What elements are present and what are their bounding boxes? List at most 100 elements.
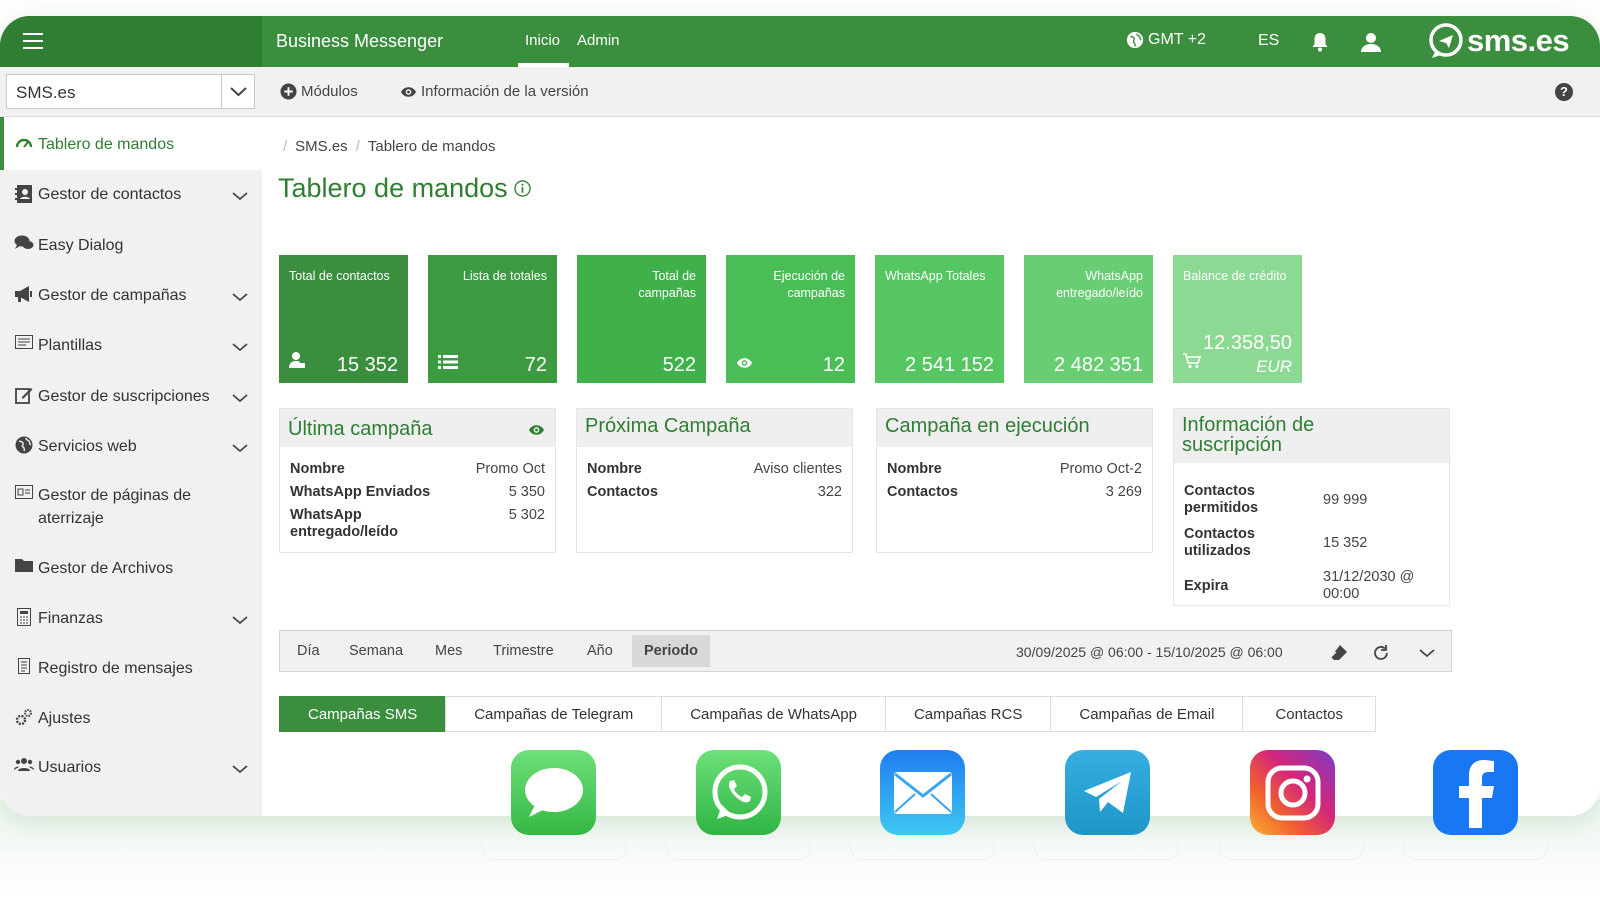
cart-icon — [1183, 353, 1202, 374]
sms-icon[interactable] — [511, 750, 596, 835]
sidebar-item-users[interactable]: Usuarios — [0, 756, 262, 779]
row-value: 322 — [817, 484, 842, 500]
period-button-year[interactable]: Año — [587, 643, 613, 659]
tab-contacts[interactable]: Contactos — [1242, 696, 1376, 732]
chevron-down-icon — [232, 339, 248, 357]
sidebar-item-label: Ajustes — [38, 710, 91, 727]
card-last-campaign: Última campaña Nombre Promo Oct WhatsApp … — [279, 408, 556, 553]
row-key: WhatsApp Enviados — [290, 484, 431, 500]
help-icon[interactable]: ? — [1555, 83, 1573, 101]
period-button-month[interactable]: Mes — [435, 643, 462, 659]
facebook-icon[interactable] — [1433, 750, 1518, 835]
sidebar-item-label: Gestor de campañas — [38, 287, 187, 304]
tab-sms-campaigns[interactable]: Campañas SMS — [279, 696, 447, 732]
globe-icon — [14, 436, 34, 454]
sidebar-item-contacts[interactable]: Gestor de contactos — [0, 183, 262, 206]
plus-circle-icon — [280, 83, 297, 100]
tile-credit-balance[interactable]: Balance de crédito 12.358,50 EUR — [1173, 255, 1302, 383]
sidebar-item-settings[interactable]: Ajustes — [0, 707, 262, 730]
hamburger-menu-icon[interactable] — [23, 33, 43, 49]
chevron-down-icon — [232, 761, 248, 779]
instagram-icon[interactable] — [1250, 750, 1335, 835]
timezone-selector[interactable]: GMT +2 — [1126, 31, 1206, 49]
email-icon[interactable] — [880, 750, 965, 835]
sidebar-item-label: Finanzas — [38, 610, 103, 627]
eye-icon — [400, 86, 417, 97]
logo-bubble-icon — [1429, 23, 1463, 58]
period-button-day[interactable]: Día — [297, 643, 320, 659]
sidebar-item-landing-pages[interactable]: Gestor de páginas de aterrizaje — [0, 484, 262, 530]
app-window: Business Messenger Inicio Admin GMT +2 E… — [0, 16, 1600, 816]
language-selector[interactable]: ES — [1258, 32, 1279, 50]
app-title: Business Messenger — [276, 31, 444, 51]
tab-rcs-campaigns[interactable]: Campañas RCS — [884, 696, 1052, 732]
tab-email-campaigns[interactable]: Campañas de Email — [1050, 696, 1244, 732]
chevron-down-icon — [232, 612, 248, 630]
chevron-down-icon — [232, 289, 248, 307]
company-select-value: SMS.es — [16, 83, 76, 102]
sidebar-item-finance[interactable]: Finanzas — [0, 607, 262, 630]
sidebar-item-dashboard[interactable]: Tablero de mandos — [0, 117, 262, 170]
row-key: Contactos utilizados — [1184, 526, 1255, 559]
chat-icon — [14, 235, 34, 251]
period-button-week[interactable]: Semana — [349, 643, 403, 659]
period-date-range[interactable]: 30/09/2025 @ 06:00 - 15/10/2025 @ 06:00 — [1016, 644, 1283, 660]
period-button-quarter[interactable]: Trimestre — [493, 643, 554, 659]
sidebar-item-templates[interactable]: Plantillas — [0, 334, 262, 357]
info-icon[interactable] — [513, 180, 531, 197]
tile-total-contacts[interactable]: Total de contactos 15 352 — [279, 255, 408, 383]
nav-inicio[interactable]: Inicio — [525, 32, 560, 49]
telegram-icon[interactable] — [1065, 750, 1150, 835]
chevron-down-icon[interactable] — [221, 75, 254, 108]
sidebar-item-campaigns[interactable]: Gestor de campañas — [0, 284, 262, 307]
sidebar-item-web-services[interactable]: Servicios web — [0, 435, 262, 458]
period-filter-bar: Día Semana Mes Trimestre Año Periodo 30/… — [279, 630, 1452, 672]
users-icon — [14, 757, 34, 771]
finance-icon — [14, 608, 34, 626]
folder-icon — [14, 558, 34, 572]
sidebar-item-label: Gestor de suscripciones — [38, 388, 210, 405]
user-icon[interactable] — [1360, 31, 1382, 53]
tab-telegram-campaigns[interactable]: Campañas de Telegram — [445, 696, 663, 732]
tile-unit: EUR — [1256, 357, 1292, 376]
logo-text: sms.es — [1467, 23, 1570, 58]
sub-bar: SMS.es Módulos Información de la versión… — [0, 67, 1600, 117]
eraser-icon[interactable] — [1329, 643, 1349, 663]
card-title: Campaña en ejecución — [877, 409, 1152, 447]
templates-icon — [14, 335, 34, 349]
sidebar-item-message-log[interactable]: Registro de mensajes — [0, 657, 262, 680]
version-info-button[interactable]: Información de la versión — [400, 83, 589, 100]
tile-whatsapp-delivered[interactable]: WhatsApp entregado/leído 2 482 351 — [1024, 255, 1153, 383]
tile-whatsapp-total[interactable]: WhatsApp Totales 2 541 152 — [875, 255, 1004, 383]
sidebar-item-easy-dialog[interactable]: Easy Dialog — [0, 234, 262, 257]
tile-value: 72 — [524, 354, 547, 376]
card-subscription-info: Información de suscripción Contactos per… — [1173, 408, 1450, 606]
sidebar-item-label: Servicios web — [38, 438, 137, 455]
contacts-icon — [14, 184, 34, 204]
refresh-icon[interactable] — [1371, 643, 1391, 663]
tile-label: WhatsApp Totales — [885, 269, 986, 283]
sidebar-item-files[interactable]: Gestor de Archivos — [0, 557, 262, 580]
tile-running-campaigns[interactable]: Ejecución de campañas 12 — [726, 255, 855, 383]
eye-icon[interactable] — [528, 424, 545, 436]
card-title: Información de suscripción — [1174, 409, 1449, 463]
tile-total-campaigns[interactable]: Total de campañas 522 — [577, 255, 706, 383]
whatsapp-icon[interactable] — [696, 750, 781, 835]
page-title-text: Tablero de mandos — [278, 173, 508, 203]
modules-button[interactable]: Módulos — [280, 83, 358, 100]
row-value: 3 269 — [1105, 484, 1142, 500]
chevron-down-icon[interactable] — [1417, 643, 1437, 663]
chevron-down-icon — [232, 188, 248, 206]
row-key: WhatsApp entregado/leído — [290, 507, 398, 540]
tile-label: Total de contactos — [289, 269, 390, 283]
card-row: WhatsApp entregado/leído 5 302 — [280, 507, 555, 541]
nav-admin[interactable]: Admin — [577, 32, 620, 49]
company-select[interactable]: SMS.es — [6, 74, 255, 109]
period-button-custom[interactable]: Periodo — [632, 635, 710, 667]
tab-whatsapp-campaigns[interactable]: Campañas de WhatsApp — [661, 696, 886, 732]
tile-list-totals[interactable]: Lista de totales 72 — [428, 255, 557, 383]
sidebar-item-subscriptions[interactable]: Gestor de suscripciones — [0, 385, 262, 408]
bell-icon[interactable] — [1310, 31, 1332, 53]
landing-icon — [14, 485, 34, 499]
breadcrumb-item-home[interactable]: SMS.es — [295, 138, 348, 155]
